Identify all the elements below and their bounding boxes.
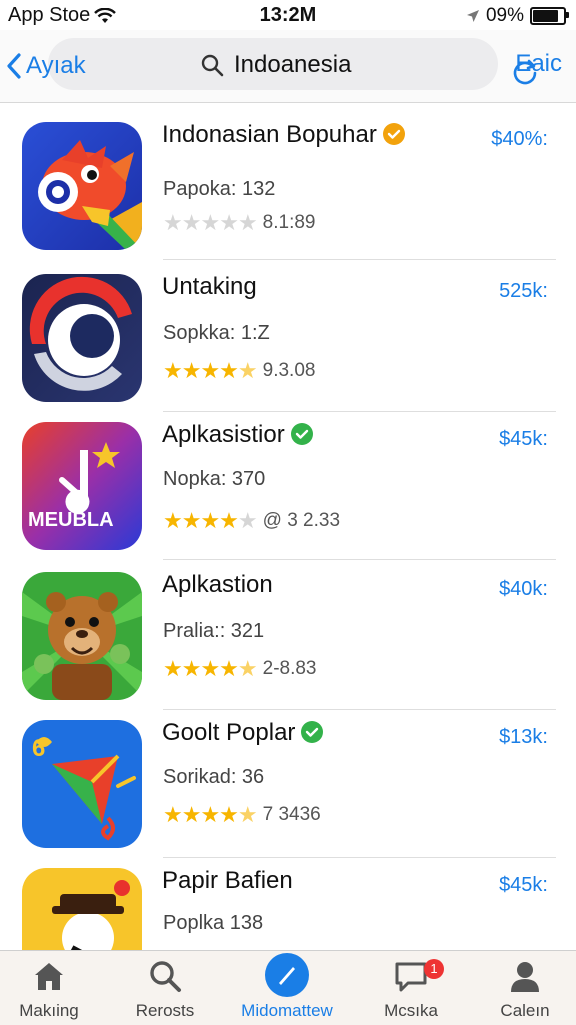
home-icon — [35, 963, 63, 990]
app-subtitle: Sopkka: 1:Z — [163, 322, 270, 344]
price-button[interactable]: $45k: — [499, 428, 548, 451]
app-title[interactable]: Indonasian Bopuhar — [162, 122, 462, 148]
app-rating: ★★★★★ 2-8.83 — [163, 656, 317, 682]
app-title[interactable]: Papir Bafien — [162, 868, 462, 894]
compass-icon — [265, 953, 309, 997]
price-button[interactable]: $40%: — [491, 128, 548, 151]
app-title-text: Aplkastion — [162, 571, 273, 598]
notification-badge: 1 — [424, 959, 444, 979]
app-title-text: Papir Bafien — [162, 867, 293, 894]
rating-stars: ★★★★★ — [163, 210, 258, 235]
app-row[interactable]: MEUBLA Aplkasistior Nopka: 370 ★★★★★ @ 3 … — [0, 412, 576, 560]
status-bar: App Stoe 13:2M 09% — [0, 0, 576, 30]
search-icon — [150, 961, 181, 992]
fish-icon[interactable] — [22, 122, 142, 250]
app-subtitle: Sorikad: 36 — [163, 766, 265, 788]
tab-label: Rerosts — [135, 1001, 195, 1020]
tab-label: Mcsıka — [384, 1001, 438, 1020]
app-subtitle: Nopka: 370 — [163, 468, 266, 490]
person-icon — [511, 962, 539, 992]
app-icon-text: MEUBLA — [28, 509, 114, 531]
chevron-left-icon — [7, 53, 21, 79]
verified-badge-icon — [290, 422, 313, 445]
tab-label: Midomattew — [241, 1001, 333, 1020]
tab-messages[interactable]: 1 Mcsıka — [356, 951, 466, 1025]
rating-count: 7 3436 — [262, 804, 321, 825]
kite-icon[interactable]: 6 — [22, 720, 142, 848]
search-icon — [201, 54, 224, 77]
app-rating: ★★★★★ 9.3.08 — [163, 358, 315, 384]
tab-bar: Makıing Rerosts Midomattew 1 Mcsıka Cale… — [0, 950, 576, 1025]
bear-icon[interactable] — [22, 572, 142, 700]
price-button[interactable]: 525k: — [499, 280, 548, 303]
rating-count: @ 3 2.33 — [262, 510, 341, 531]
app-title[interactable]: Aplkasistior — [162, 422, 462, 448]
rating-count: 2-8.83 — [262, 658, 317, 679]
message-icon — [395, 962, 427, 992]
price-button[interactable]: $13k: — [499, 726, 548, 749]
verified-badge-icon — [382, 122, 405, 145]
app-title-text: Goolt Poplar — [162, 719, 296, 746]
app-subtitle: Poplka 138 — [163, 912, 264, 934]
rating-count: 9.3.08 — [262, 360, 316, 381]
music-note-icon[interactable]: MEUBLA — [22, 422, 142, 550]
edit-button[interactable]: Eaic — [515, 50, 562, 78]
app-title[interactable]: Goolt Poplar — [162, 720, 462, 746]
rating-count: 8.1:89 — [262, 212, 316, 233]
app-title-text: Indonasian Bopuhar — [162, 121, 377, 148]
tab-profile[interactable]: Caleın — [470, 951, 576, 1025]
app-row[interactable]: 6 Goolt Poplar Sorikad: 36 ★★★★★ 7 3436 $… — [0, 710, 576, 858]
location-arrow-icon — [466, 10, 479, 22]
nav-bar: Indoanesia Ayıak Eaic — [0, 30, 576, 103]
back-label: Ayıak — [26, 52, 86, 79]
back-button[interactable]: Ayıak — [6, 48, 86, 84]
app-title-text: Aplkasistior — [162, 421, 285, 448]
app-subtitle: Pralia:: 321 — [163, 620, 265, 642]
battery-icon — [530, 7, 569, 25]
divider — [163, 259, 556, 260]
app-subtitle: Papoka: 132 — [163, 178, 276, 200]
battery-percent: 09% — [485, 5, 524, 26]
app-row[interactable]: Indonasian Bopuhar Papoka: 132 ★★★★★ 8.1:… — [0, 112, 576, 260]
status-right: 09% — [466, 5, 569, 27]
price-button[interactable]: $45k: — [499, 874, 548, 897]
search-field[interactable]: Indoanesia — [48, 38, 537, 90]
rating-stars: ★★★★★ — [163, 802, 258, 827]
tab-home[interactable]: Makıing — [0, 951, 104, 1025]
divider — [163, 559, 556, 560]
search-query[interactable]: Indoanesia — [234, 51, 351, 79]
price-button[interactable]: $40k: — [499, 578, 548, 601]
app-rating: ★★★★★ 7 3436 — [163, 802, 321, 828]
tab-explore[interactable]: Midomattew — [232, 951, 342, 1025]
tab-label: Makıing — [19, 1001, 79, 1020]
app-row[interactable]: Untaking Sopkka: 1:Z ★★★★★ 9.3.08 525k: — [0, 264, 576, 412]
rating-stars: ★★★★★ — [163, 358, 258, 383]
tab-search[interactable]: Rerosts — [110, 951, 220, 1025]
rating-stars: ★★★★★ — [163, 656, 258, 681]
swirl-icon[interactable] — [22, 274, 142, 402]
rating-stars: ★★★★★ — [163, 508, 258, 533]
app-rating: ★★★★★ 8.1:89 — [163, 210, 316, 236]
app-rating: ★★★★★ @ 3 2.33 — [163, 508, 340, 534]
app-title[interactable]: Untaking — [162, 274, 462, 300]
verified-badge-icon — [301, 720, 324, 743]
app-row[interactable]: Aplkastion Pralia:: 321 ★★★★★ 2-8.83 $40k… — [0, 562, 576, 710]
app-title-text: Untaking — [162, 273, 257, 300]
tab-label: Caleın — [500, 1001, 550, 1020]
svg-text:6: 6 — [32, 735, 45, 762]
app-title[interactable]: Aplkastion — [162, 572, 462, 598]
